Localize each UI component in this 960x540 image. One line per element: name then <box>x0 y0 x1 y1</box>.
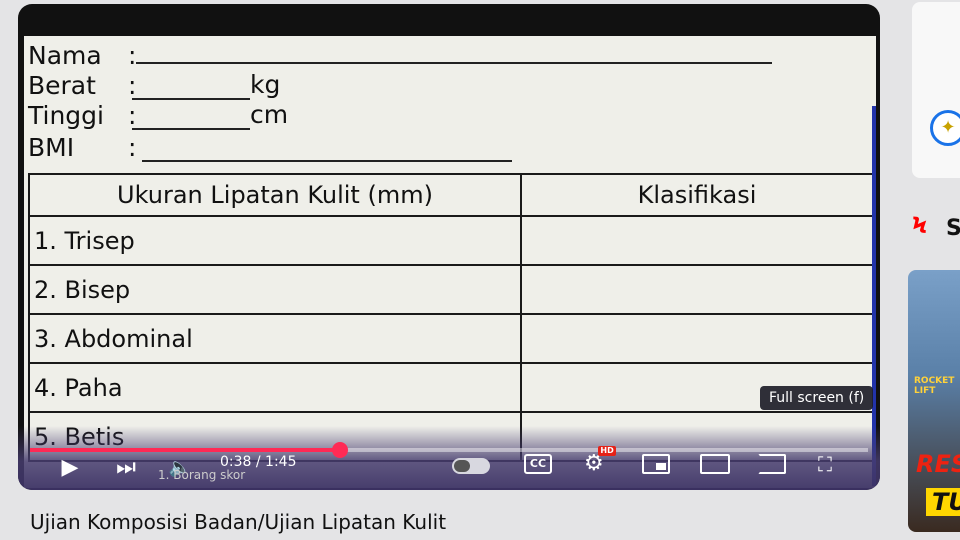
play-icon: ▶ <box>61 455 79 480</box>
channel-avatar[interactable]: ✦ <box>930 110 960 146</box>
tinggi-underline <box>132 128 250 130</box>
video-player[interactable]: Nama: Berat: kg Tinggi: cm BMI: Ukuran L… <box>18 4 880 490</box>
colon: : <box>128 101 137 130</box>
captions-button[interactable]: CC <box>524 454 552 474</box>
table-row: 1. Trisep <box>28 215 874 266</box>
row-value <box>520 264 874 315</box>
butterfly-icon: ✦ <box>940 117 956 138</box>
header-klasifikasi: Klasifikasi <box>520 173 874 217</box>
autoplay-toggle[interactable] <box>452 458 490 474</box>
hd-badge: HD <box>598 446 616 456</box>
colon: : <box>128 41 137 70</box>
gear-icon: ⚙ HD <box>584 446 616 476</box>
thumb-caption-yellow: TU <box>926 488 960 516</box>
berat-line: Berat: <box>28 72 136 100</box>
next-icon: ⏭ <box>116 455 136 480</box>
colon: : <box>128 133 137 162</box>
row-label: 1. Trisep <box>28 215 522 266</box>
progress-bar[interactable] <box>30 442 868 458</box>
nama-underline <box>136 62 772 64</box>
cc-icon: CC <box>524 454 552 474</box>
theater-button[interactable] <box>700 454 730 474</box>
shorts-heading: S <box>946 216 960 241</box>
thumb-caption-red: RES <box>916 450 960 478</box>
berat-label: Berat <box>28 71 96 100</box>
thumb-caption-small: ROCKET LIFT <box>914 376 955 396</box>
header-skinfold: Ukuran Lipatan Kulit (mm) <box>28 173 522 217</box>
sidebar-card[interactable] <box>912 2 960 178</box>
tinggi-label: Tinggi <box>28 101 104 130</box>
video-frame[interactable]: Nama: Berat: kg Tinggi: cm BMI: Ukuran L… <box>24 36 876 488</box>
progress-fill <box>30 448 341 452</box>
settings-button[interactable]: ⚙ HD <box>584 446 616 476</box>
recommended-thumbnail[interactable]: ROCKET LIFT RES TU <box>908 270 960 532</box>
chapter-label[interactable]: 1. Borang skor <box>158 468 245 482</box>
bmi-underline <box>142 160 512 162</box>
cm-unit: cm <box>250 100 289 129</box>
cast-icon <box>758 454 786 474</box>
table-row: 4. Paha <box>28 362 874 413</box>
bmi-label: BMI <box>28 133 75 162</box>
fullscreen-button[interactable]: ⛶ <box>818 452 832 476</box>
table-row: 2. Bisep <box>28 264 874 315</box>
miniplayer-icon <box>642 454 670 474</box>
skinfold-table: Ukuran Lipatan Kulit (mm) Klasifikasi 1.… <box>28 173 874 462</box>
player-controls: ▶ ⏭ 🔈 0:38 / 1:45 1. Borang skor CC ⚙ HD … <box>18 426 880 490</box>
kg-unit: kg <box>250 70 281 99</box>
row-value <box>520 313 874 364</box>
theater-icon <box>700 454 730 474</box>
colon: : <box>128 71 137 100</box>
scrub-handle[interactable] <box>332 442 349 458</box>
row-label: 3. Abdominal <box>28 313 522 364</box>
next-button[interactable]: ⏭ <box>114 456 138 480</box>
play-button[interactable]: ▶ <box>58 456 82 480</box>
video-title[interactable]: Ujian Komposisi Badan/Ujian Lipatan Kuli… <box>30 510 446 534</box>
fullscreen-icon: ⛶ <box>818 452 832 476</box>
nama-line: Nama: <box>28 42 136 70</box>
miniplayer-button[interactable] <box>642 454 670 474</box>
row-value <box>520 215 874 266</box>
bmi-line: BMI: <box>28 134 136 162</box>
tinggi-line: Tinggi: <box>28 102 136 130</box>
row-label: 4. Paha <box>28 362 522 413</box>
cast-button[interactable] <box>758 454 786 474</box>
row-label: 2. Bisep <box>28 264 522 315</box>
berat-underline <box>132 98 250 100</box>
table-row: 3. Abdominal <box>28 313 874 364</box>
nama-label: Nama <box>28 41 102 70</box>
shorts-icon: Ϟ <box>912 214 928 239</box>
fullscreen-tooltip: Full screen (f) <box>760 386 874 410</box>
